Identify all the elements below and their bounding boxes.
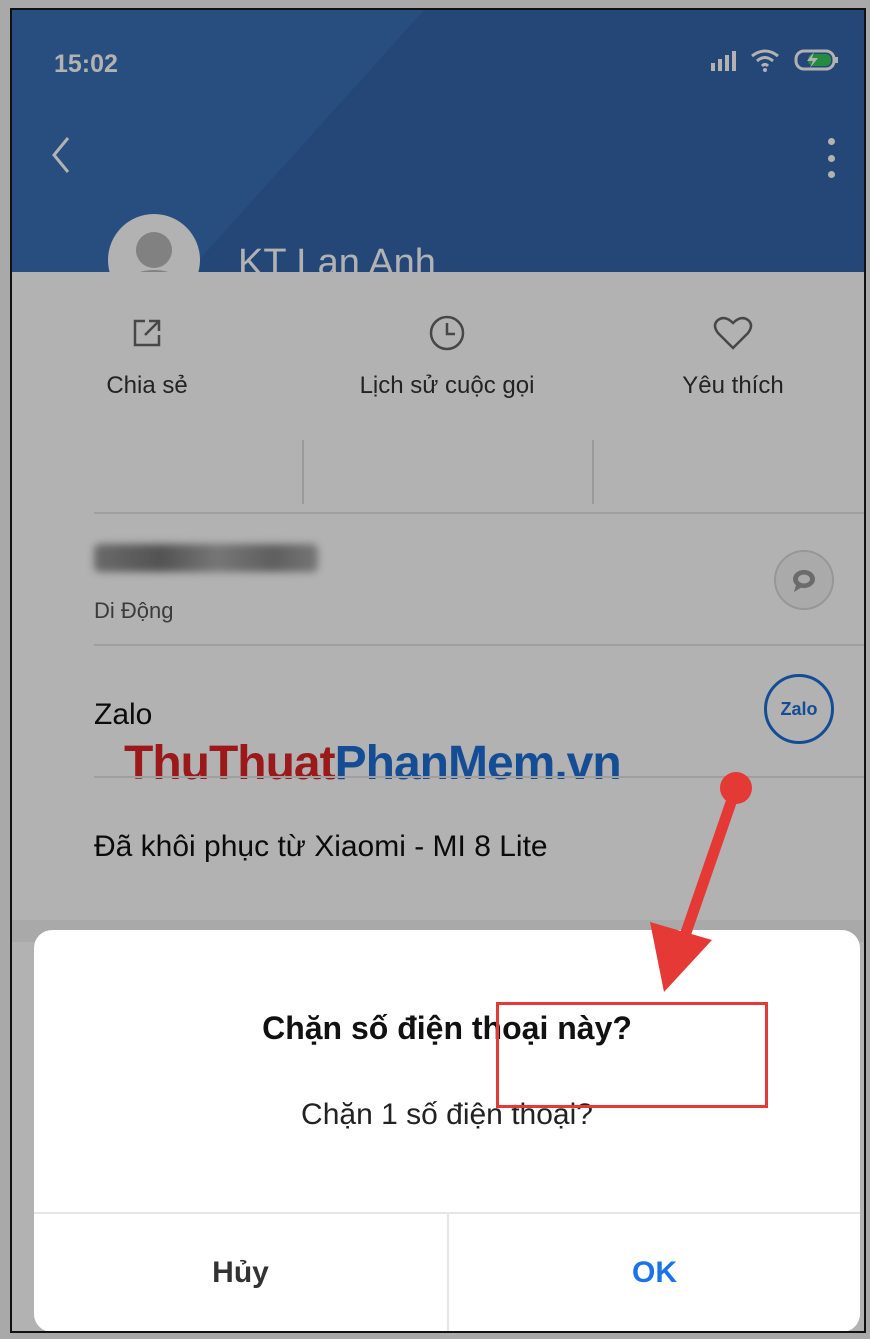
cancel-button[interactable]: Hủy [34, 1214, 447, 1331]
phone-screen: 15:02 KT Lan Anh Chia sẻ Lịch sử cuộc gọ… [10, 8, 866, 1333]
dialog-message: Chặn 1 số điện thoại? [301, 1098, 593, 1131]
block-number-dialog: Chặn số điện thoại này? Chặn 1 số điện t… [34, 930, 860, 1331]
dialog-title: Chặn số điện thoại này? [262, 1010, 632, 1046]
ok-button[interactable]: OK [449, 1214, 860, 1331]
